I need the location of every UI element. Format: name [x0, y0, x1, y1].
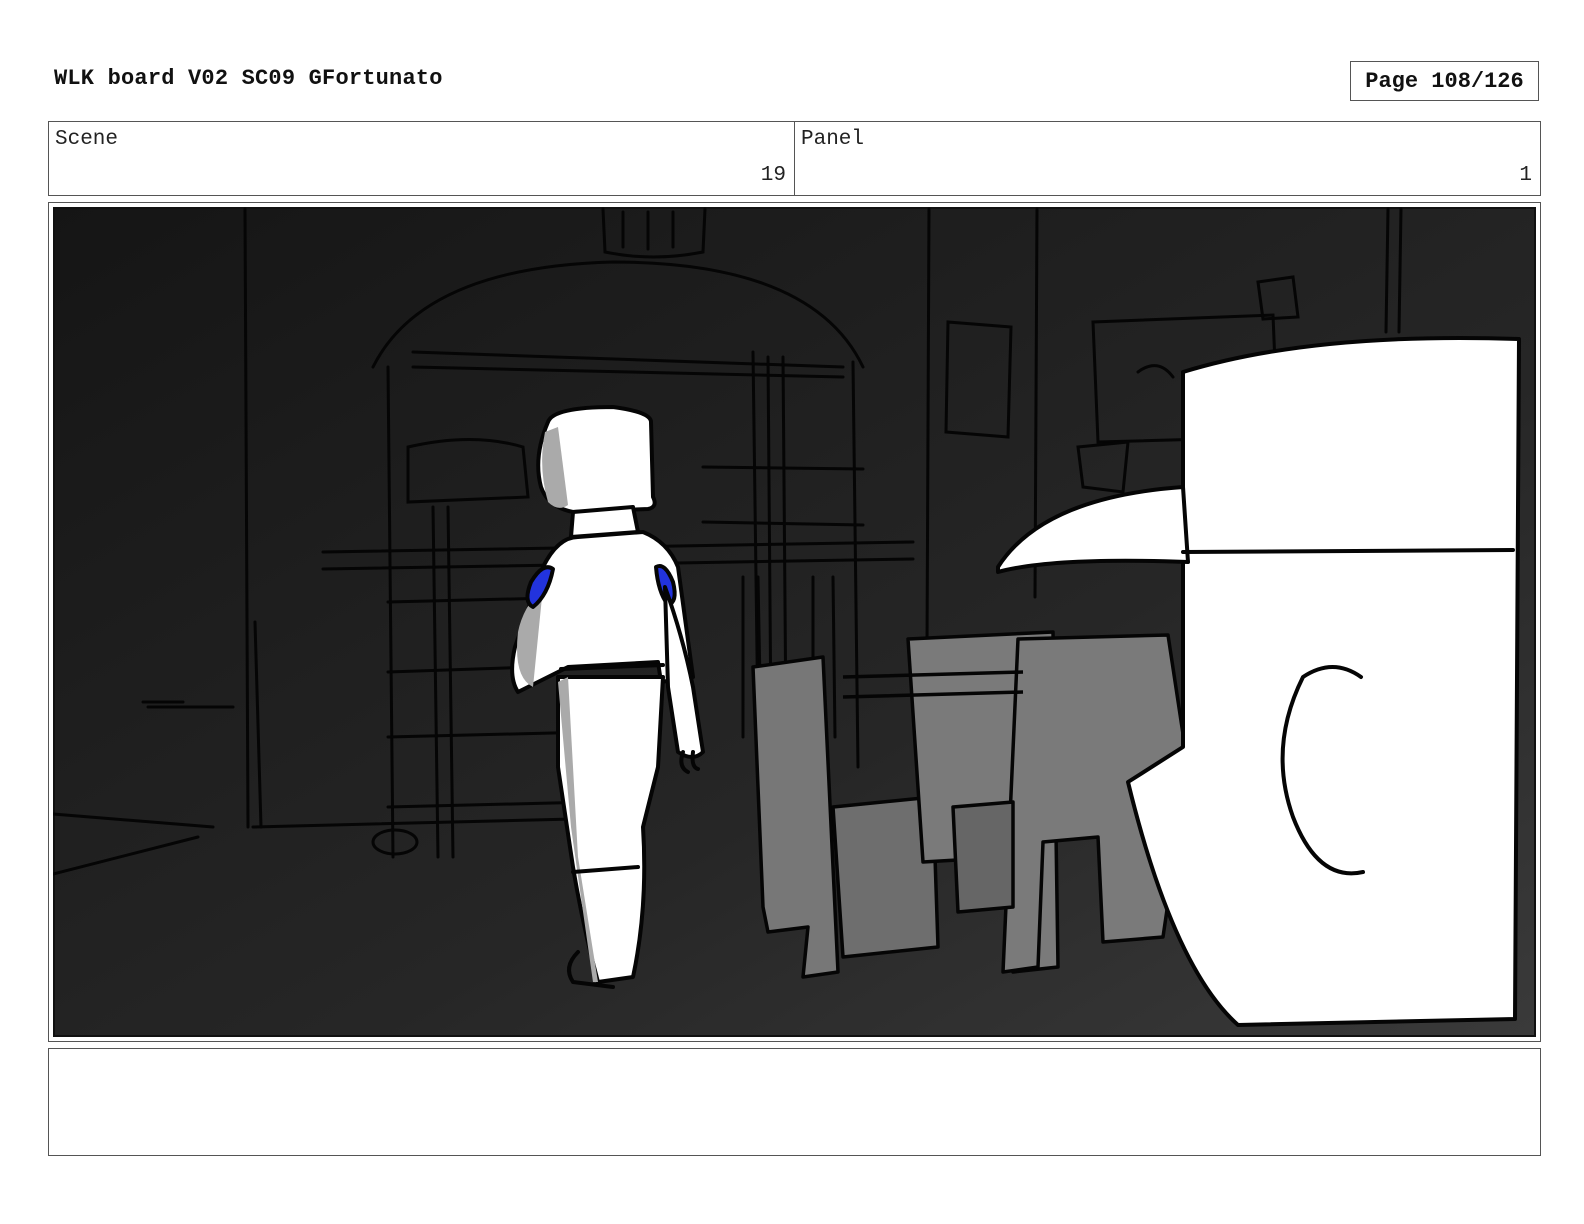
scene-number: 19: [760, 164, 786, 187]
storyboard-frame: [48, 202, 1541, 1042]
notes-box: [48, 1048, 1541, 1156]
panel-number: 1: [1519, 164, 1532, 187]
scene-label: Scene: [55, 128, 119, 151]
document-title: WLK board V02 SC09 GFortunato: [54, 66, 443, 91]
storyboard-drawing: [53, 207, 1536, 1037]
page-indicator: Page 108/126: [1350, 61, 1539, 101]
scene-cell: Scene 19: [49, 122, 794, 195]
panel-label: Panel: [801, 128, 865, 151]
panel-cell: Panel 1: [794, 122, 1540, 195]
scene-panel-row: Scene 19 Panel 1: [48, 121, 1541, 196]
